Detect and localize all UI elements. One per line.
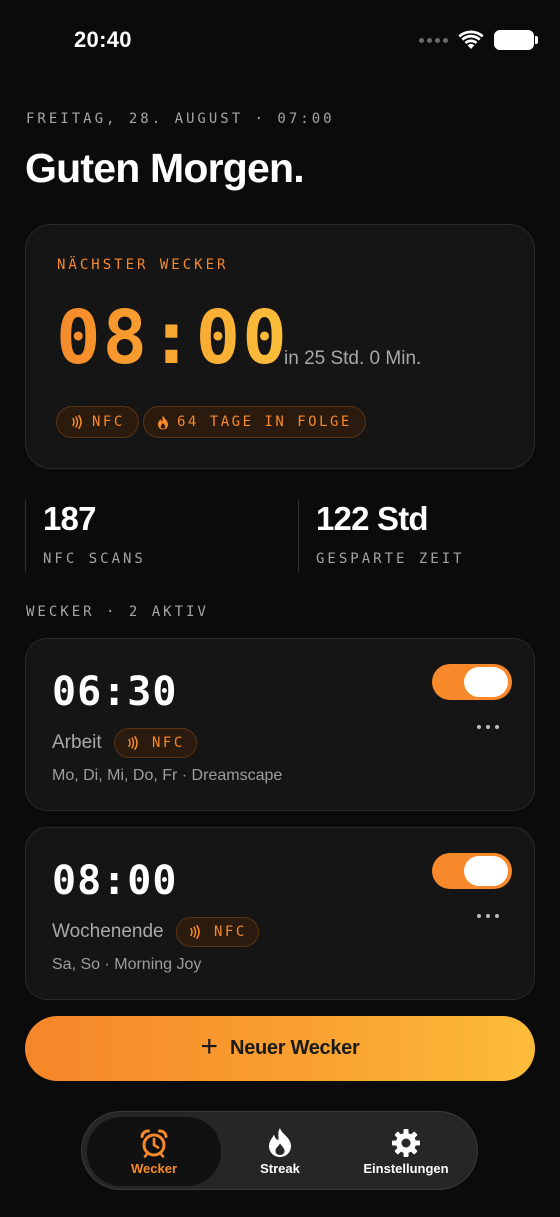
- stat-label: NFC SCANS: [43, 551, 146, 567]
- nfc-chip-label: NFC: [152, 735, 185, 751]
- stat-nfc-scans: 187 NFC SCANS: [25, 500, 295, 572]
- alarm-meta: Sa, So · Morning Joy: [52, 956, 202, 973]
- stat-label: GESPARTE ZEIT: [316, 551, 465, 567]
- alarm-meta: Mo, Di, Mi, Do, Fr · Dreamscape: [52, 767, 283, 784]
- battery-icon: [494, 30, 538, 50]
- stat-value: 122 Std: [316, 500, 429, 537]
- plus-icon: +: [200, 1030, 219, 1063]
- next-alarm-label: NÄCHSTER WECKER: [57, 257, 229, 273]
- tab-label: Streak: [260, 1161, 300, 1176]
- stat-value: 187: [43, 500, 96, 537]
- status-time: 20:40: [74, 27, 132, 52]
- flame-icon: [158, 415, 168, 429]
- streak-chip-label: 64 TAGE IN FOLGE: [177, 414, 352, 430]
- more-options-icon[interactable]: [477, 912, 499, 920]
- alarm-name: Arbeit: [52, 732, 102, 753]
- tab-streak[interactable]: Streak: [213, 1117, 347, 1186]
- nfc-chip-label: NFC: [214, 924, 247, 940]
- stat-saved-time: 122 Std GESPARTE ZEIT: [298, 500, 535, 572]
- new-alarm-button[interactable]: + Neuer Wecker: [25, 1016, 535, 1081]
- tab-bar: Wecker Streak Einstellungen: [81, 1111, 478, 1190]
- tab-label: Einstellungen: [363, 1160, 449, 1176]
- new-alarm-button-label: Neuer Wecker: [230, 1037, 360, 1059]
- gear-icon: [392, 1128, 420, 1157]
- nfc-icon: [190, 925, 200, 939]
- tab-wecker[interactable]: Wecker: [87, 1117, 221, 1186]
- toggle-knob: [464, 856, 508, 886]
- toggle-knob: [464, 667, 508, 697]
- more-options-icon[interactable]: [477, 723, 499, 731]
- nfc-icon: [72, 415, 82, 429]
- alarms-section-label: WECKER · 2 AKTIV: [26, 604, 209, 620]
- alarm-clock-icon: [140, 1129, 168, 1158]
- streak-chip: 64 TAGE IN FOLGE: [143, 406, 366, 438]
- tab-einstellungen[interactable]: Einstellungen: [339, 1117, 473, 1186]
- screen: 20:40 FREITAG, 28. AUGUST · 07:00 Guten …: [0, 0, 560, 1217]
- greeting-title: Guten Morgen.: [25, 145, 305, 191]
- next-alarm-time: 08:00: [56, 295, 289, 381]
- nfc-chip-label: NFC: [92, 414, 125, 430]
- nfc-icon: [128, 736, 138, 750]
- alarm-toggle[interactable]: [432, 853, 512, 889]
- tab-label: Wecker: [130, 1160, 177, 1176]
- alarm-card[interactable]: 06:30 Arbeit NFC Mo, Di, Mi, Do, Fr · Dr…: [25, 638, 535, 811]
- alarm-time: 08:00: [52, 858, 178, 904]
- next-alarm-card[interactable]: NÄCHSTER WECKER 08:00 in 25 Std. 0 Min. …: [25, 224, 535, 469]
- alarm-card[interactable]: 08:00 Wochenende NFC Sa, So · Morning Jo…: [25, 827, 535, 1000]
- nfc-chip: NFC: [176, 917, 259, 947]
- alarm-name: Wochenende: [52, 921, 164, 942]
- alarm-time: 06:30: [52, 669, 178, 715]
- nfc-chip: NFC: [56, 406, 139, 438]
- cellular-dots-icon: [419, 37, 448, 43]
- alarm-toggle[interactable]: [432, 664, 512, 700]
- flame-icon: [269, 1128, 291, 1157]
- date-line: FREITAG, 28. AUGUST · 07:00: [26, 111, 335, 127]
- wifi-icon: [458, 30, 484, 49]
- nfc-chip: NFC: [114, 728, 197, 758]
- status-icons: [419, 30, 538, 50]
- next-alarm-relative: in 25 Std. 0 Min.: [284, 348, 422, 369]
